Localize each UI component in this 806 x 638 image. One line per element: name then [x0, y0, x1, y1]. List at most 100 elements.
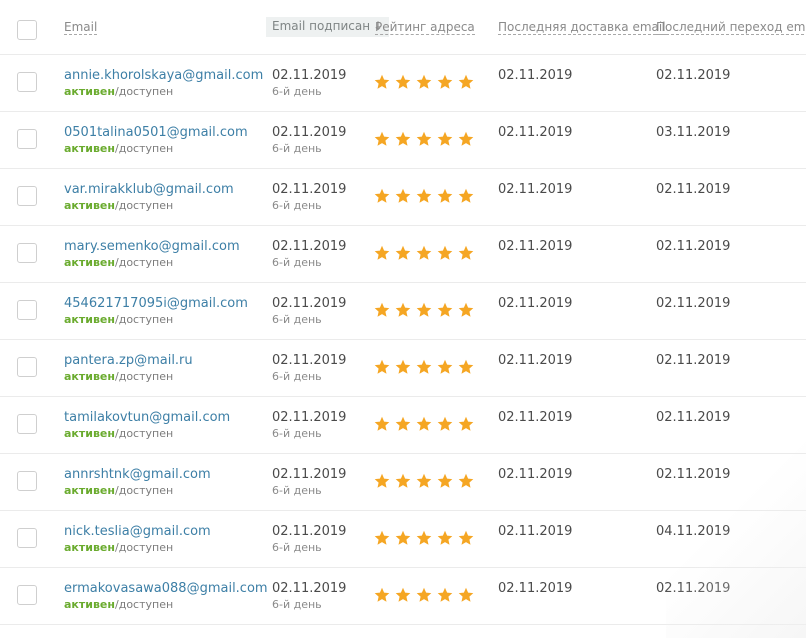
status-available-label: доступен: [118, 256, 174, 269]
row-checkbox[interactable]: [17, 129, 37, 149]
row-checkbox[interactable]: [17, 414, 37, 434]
star-icon: [437, 473, 453, 489]
subscriber-email-link[interactable]: annie.khorolskaya@gmail.com: [64, 68, 263, 84]
subscriber-email-link[interactable]: ermakovasawa088@gmail.com: [64, 581, 268, 597]
subscribed-date: 02.11.2019: [272, 68, 347, 83]
star-icon: [437, 131, 453, 147]
status-active-label: активен: [64, 199, 115, 212]
row-checkbox[interactable]: [17, 186, 37, 206]
status-available-label: доступен: [118, 427, 174, 440]
subscriber-email-link[interactable]: pantera.zp@mail.ru: [64, 353, 193, 369]
star-icon: [395, 359, 411, 375]
subscriber-status: активен/доступен: [64, 142, 173, 155]
last-delivery-date: 02.11.2019: [498, 68, 573, 83]
subscribed-date: 02.11.2019: [272, 125, 347, 140]
row-checkbox[interactable]: [17, 243, 37, 263]
subscribed-day-count: 6-й день: [272, 256, 322, 269]
star-icon: [374, 245, 390, 261]
address-rating: [374, 416, 479, 434]
table-row: ermakovasawa088@gmail.com активен/доступе…: [0, 568, 806, 625]
subscribed-date: 02.11.2019: [272, 239, 347, 254]
subscriber-status: активен/доступен: [64, 313, 173, 326]
subscriber-email-link[interactable]: 454621717095i@gmail.com: [64, 296, 248, 312]
star-icon: [437, 359, 453, 375]
column-header-last-click[interactable]: Последний переход email: [656, 20, 806, 35]
table-row: tamilakovtun@gmail.com активен/доступен 02…: [0, 397, 806, 454]
star-icon: [437, 188, 453, 204]
row-checkbox[interactable]: [17, 471, 37, 491]
last-delivery-date: 02.11.2019: [498, 581, 573, 596]
address-rating: [374, 74, 479, 92]
row-checkbox[interactable]: [17, 300, 37, 320]
star-icon: [374, 74, 390, 90]
last-click-date: 02.11.2019: [656, 239, 731, 254]
star-icon: [458, 74, 474, 90]
status-available-label: доступен: [118, 142, 174, 155]
row-checkbox[interactable]: [17, 528, 37, 548]
star-icon: [458, 188, 474, 204]
star-icon: [374, 473, 390, 489]
row-checkbox[interactable]: [17, 585, 37, 605]
subscriber-email-link[interactable]: 0501talina0501@gmail.com: [64, 125, 248, 141]
star-icon: [374, 416, 390, 432]
star-icon: [416, 530, 432, 546]
table-row: mary.semenko@gmail.com активен/доступен 02…: [0, 226, 806, 283]
star-icon: [458, 302, 474, 318]
status-active-label: активен: [64, 313, 115, 326]
subscribed-date: 02.11.2019: [272, 296, 347, 311]
subscribed-day-count: 6-й день: [272, 484, 322, 497]
star-icon: [458, 245, 474, 261]
star-icon: [437, 302, 453, 318]
status-active-label: активен: [64, 142, 115, 155]
row-checkbox[interactable]: [17, 357, 37, 377]
subscriber-email-link[interactable]: nick.teslia@gmail.com: [64, 524, 211, 540]
star-icon: [458, 131, 474, 147]
subscriber-email-link[interactable]: tamilakovtun@gmail.com: [64, 410, 230, 426]
address-rating: [374, 245, 479, 263]
star-icon: [458, 587, 474, 603]
subscribed-day-count: 6-й день: [272, 370, 322, 383]
star-icon: [437, 530, 453, 546]
address-rating: [374, 359, 479, 377]
column-header-last-delivery[interactable]: Последняя доставка email: [498, 20, 666, 35]
column-header-email-label: Email: [64, 20, 98, 35]
star-icon: [416, 245, 432, 261]
row-checkbox[interactable]: [17, 72, 37, 92]
address-rating: [374, 131, 479, 149]
subscriber-status: активен/доступен: [64, 484, 173, 497]
subscribed-date: 02.11.2019: [272, 581, 347, 596]
last-click-date: 02.11.2019: [656, 581, 731, 596]
table-header: Email Email подписан ↓ Рейтинг адреса Пос…: [0, 0, 806, 55]
star-icon: [395, 416, 411, 432]
table-row: 0501talina0501@gmail.com активен/доступен…: [0, 112, 806, 169]
column-header-rating[interactable]: Рейтинг адреса: [375, 20, 475, 35]
subscribed-day-count: 6-й день: [272, 313, 322, 326]
subscriber-status: активен/доступен: [64, 256, 173, 269]
subscribed-date: 02.11.2019: [272, 524, 347, 539]
star-icon: [416, 74, 432, 90]
last-click-date: 02.11.2019: [656, 467, 731, 482]
subscriber-status: активен/доступен: [64, 427, 173, 440]
subscriber-email-link[interactable]: annrshtnk@gmail.com: [64, 467, 211, 483]
star-icon: [374, 188, 390, 204]
column-header-subscribed[interactable]: Email подписан ↓: [266, 17, 390, 37]
subscriber-email-link[interactable]: mary.semenko@gmail.com: [64, 239, 240, 255]
table-row: pantera.zp@mail.ru активен/доступен 02.11.…: [0, 340, 806, 397]
select-all-checkbox[interactable]: [17, 20, 37, 40]
column-header-email[interactable]: Email: [64, 20, 98, 35]
star-icon: [416, 473, 432, 489]
status-active-label: активен: [64, 256, 115, 269]
star-icon: [374, 359, 390, 375]
last-click-date: 02.11.2019: [656, 68, 731, 83]
status-available-label: доступен: [118, 313, 174, 326]
subscriber-email-link[interactable]: var.mirakklub@gmail.com: [64, 182, 234, 198]
star-icon: [395, 587, 411, 603]
address-rating: [374, 473, 479, 491]
last-delivery-date: 02.11.2019: [498, 182, 573, 197]
subscribed-day-count: 6-й день: [272, 85, 322, 98]
star-icon: [395, 188, 411, 204]
star-icon: [395, 473, 411, 489]
status-available-label: доступен: [118, 484, 174, 497]
star-icon: [374, 302, 390, 318]
last-click-date: 04.11.2019: [656, 524, 731, 539]
